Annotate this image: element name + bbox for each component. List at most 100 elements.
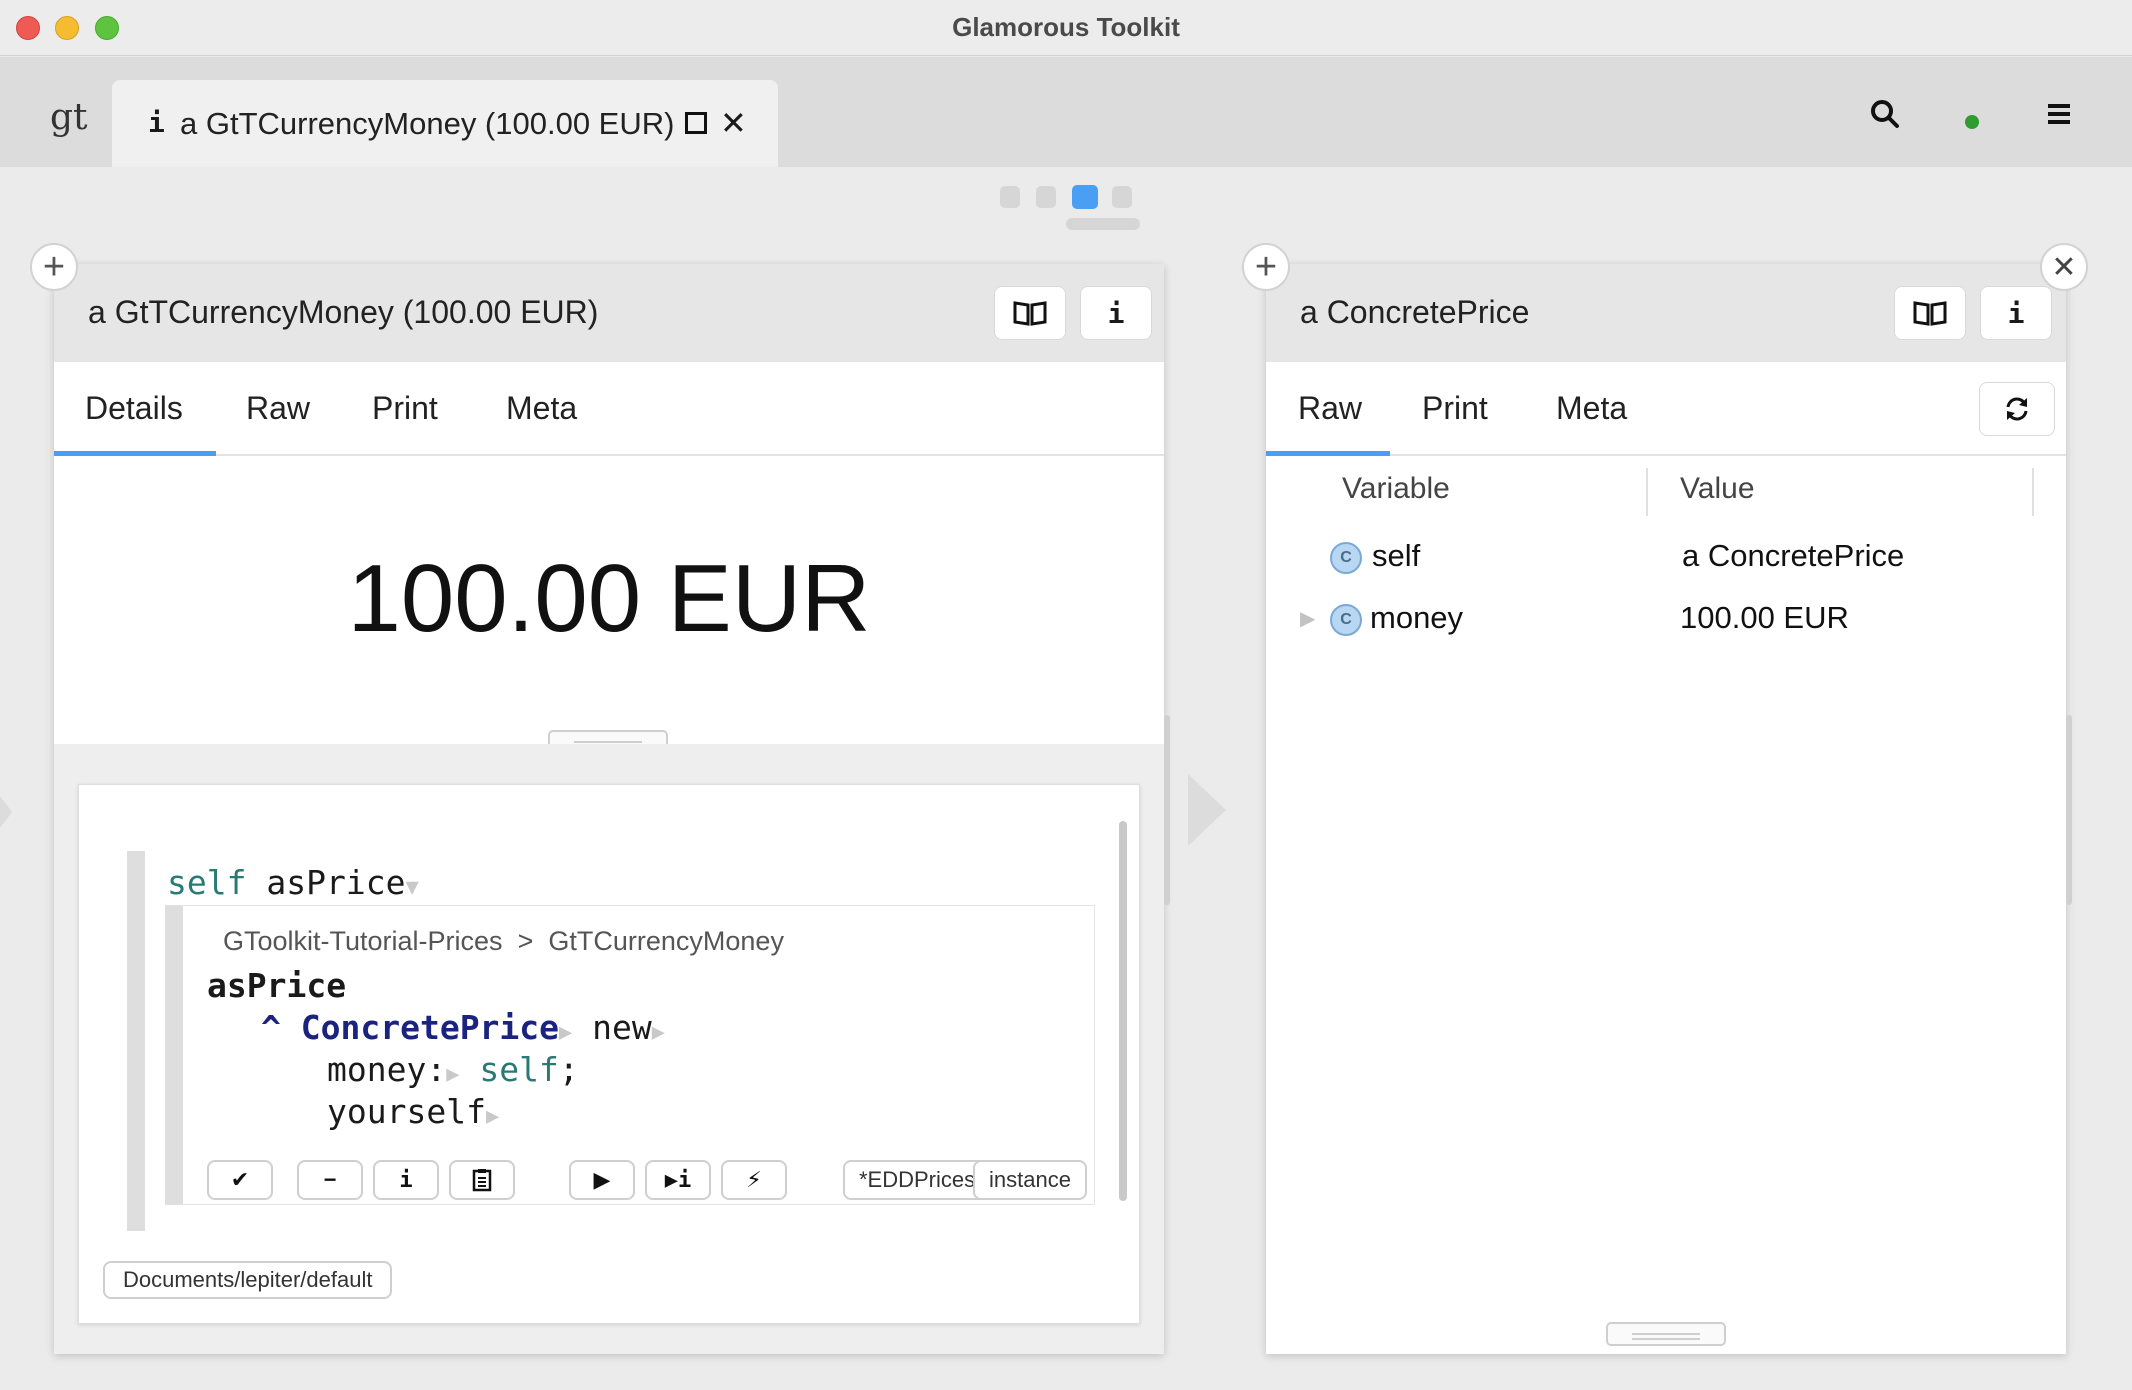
profile-button[interactable]: ⚡	[721, 1160, 787, 1200]
pager-page-2[interactable]	[1036, 186, 1056, 208]
method-expansion: GToolkit-Tutorial-Prices > GtTCurrencyMo…	[165, 905, 1095, 1205]
code-class: ConcretePrice	[300, 1008, 560, 1047]
refresh-button[interactable]	[1979, 382, 2055, 436]
code-receiver: self	[167, 863, 247, 902]
code-semicolon: ;	[558, 1050, 579, 1089]
book-icon	[1913, 301, 1947, 326]
run-button[interactable]: ▶	[569, 1160, 635, 1200]
pager-page-4[interactable]	[1112, 186, 1132, 208]
snippet-gutter	[127, 851, 145, 1231]
snippet-scrollbar[interactable]	[1119, 821, 1127, 1201]
code-yourself: yourself	[327, 1092, 486, 1131]
code-new: new	[592, 1008, 652, 1047]
add-pane-left-button[interactable]: +	[30, 243, 78, 291]
inspect-method-button[interactable]: i	[373, 1160, 439, 1200]
money-display: 100.00 EUR	[347, 545, 871, 652]
previous-pane-arrow-icon[interactable]	[0, 796, 12, 828]
inspect-icon: i	[1107, 296, 1125, 330]
tab-inspector[interactable]: i a GtTCurrencyMoney (100.00 EUR) ✕	[112, 80, 778, 167]
maximize-tab-icon[interactable]	[685, 112, 707, 134]
clipboard-icon	[472, 1169, 492, 1192]
add-pane-right-button[interactable]: +	[1242, 243, 1290, 291]
tab-raw[interactable]: Raw	[1298, 390, 1362, 427]
refresh-icon	[2006, 397, 2028, 421]
column-separator[interactable]	[2032, 468, 2034, 516]
pager-page-3[interactable]	[1072, 185, 1098, 209]
code-message: asPrice	[266, 863, 406, 902]
expand-triangle-icon[interactable]: ▶	[652, 1020, 665, 1045]
pane-scrollbar[interactable]	[2066, 715, 2072, 905]
hamburger-menu-icon[interactable]	[2045, 99, 2075, 129]
view-tabs: Raw Print Meta	[1266, 362, 2066, 456]
breadcrumb-class[interactable]: GtTCurrencyMoney	[548, 926, 784, 956]
collapse-triangle-icon[interactable]: ▼	[405, 875, 418, 900]
row-value: a ConcretePrice	[1682, 538, 1905, 573]
window-title: Glamorous Toolkit	[952, 12, 1180, 42]
tab-details[interactable]: Details	[85, 390, 183, 427]
column-header-value[interactable]: Value	[1680, 472, 1755, 506]
close-tab-icon[interactable]: ✕	[720, 104, 747, 142]
remove-button[interactable]: −	[297, 1160, 363, 1200]
database-path-badge[interactable]: Documents/lepiter/default	[103, 1261, 393, 1299]
tab-print[interactable]: Print	[372, 390, 438, 427]
play-inspect-icon: ▶i	[664, 1167, 692, 1193]
breadcrumb-package[interactable]: GToolkit-Tutorial-Prices	[223, 926, 503, 956]
expand-triangle-icon[interactable]: ▶	[446, 1062, 459, 1087]
inspect-icon: i	[2007, 296, 2025, 330]
expand-triangle-icon[interactable]: ▶	[486, 1104, 499, 1129]
pane-header: a GtTCurrencyMoney (100.00 EUR) i	[54, 264, 1164, 362]
pager-scrollbar[interactable]	[1066, 218, 1140, 230]
pane-scrollbar[interactable]	[1164, 715, 1170, 905]
next-pane-arrow-icon[interactable]	[1188, 774, 1226, 846]
gt-logo: gt	[50, 97, 88, 138]
gt-home-tab[interactable]: gt	[50, 97, 88, 138]
pager-page-1[interactable]	[1000, 186, 1020, 208]
close-pane-button[interactable]: ✕	[2040, 243, 2088, 291]
pane-title: a GtTCurrencyMoney (100.00 EUR)	[88, 294, 599, 330]
check-icon: ✔	[230, 1167, 250, 1192]
pane-title: a ConcretePrice	[1300, 294, 1530, 330]
expand-triangle-icon[interactable]: ▶	[559, 1020, 572, 1045]
inspect-button[interactable]: i	[1080, 286, 1152, 340]
lightning-icon: ⚡	[746, 1167, 762, 1192]
tab-meta[interactable]: Meta	[506, 390, 577, 427]
tab-raw[interactable]: Raw	[246, 390, 310, 427]
inspect-button[interactable]: i	[1980, 286, 2052, 340]
scope-selector[interactable]: *EDDPrices	[843, 1160, 992, 1200]
side-selector[interactable]: instance	[973, 1160, 1087, 1200]
browse-class-button[interactable]	[1894, 286, 1966, 340]
tab-meta[interactable]: Meta	[1556, 390, 1627, 427]
code-line-4[interactable]: yourself▶	[327, 1092, 499, 1131]
title-bar: Glamorous Toolkit	[0, 0, 2132, 56]
active-tab-indicator	[1266, 451, 1390, 456]
copy-button[interactable]	[449, 1160, 515, 1200]
row-variable: money	[1370, 600, 1464, 635]
accept-button[interactable]: ✔	[207, 1160, 273, 1200]
browse-class-button[interactable]	[994, 286, 1066, 340]
snippet-code[interactable]: self asPrice▼	[167, 863, 419, 902]
status-indicator-icon	[1965, 115, 1979, 129]
minus-icon: −	[323, 1167, 337, 1192]
code-line-3[interactable]: money:▶ self;	[327, 1050, 579, 1089]
tab-label: a GtTCurrencyMoney (100.00 EUR)	[180, 106, 675, 141]
tab-print[interactable]: Print	[1422, 390, 1488, 427]
expand-row-icon[interactable]: ▶	[1300, 606, 1315, 631]
book-icon	[1013, 301, 1047, 326]
plus-icon: +	[42, 246, 66, 288]
run-and-inspect-button[interactable]: ▶i	[645, 1160, 711, 1200]
inspector-pane-price: a ConcretePrice i Raw Print Meta Variabl…	[1266, 264, 2066, 1354]
plus-icon: +	[1254, 246, 1278, 288]
inspector-pane-money: a GtTCurrencyMoney (100.00 EUR) i Detail…	[54, 264, 1164, 1354]
class-instance-icon: C	[1330, 604, 1362, 636]
play-icon: ▶	[593, 1167, 611, 1192]
row-variable: self	[1372, 538, 1421, 573]
search-icon[interactable]	[1870, 99, 1900, 129]
active-tab-indicator	[54, 451, 216, 456]
column-header-variable[interactable]: Variable	[1342, 472, 1450, 506]
code-line-2[interactable]: ^ ConcretePrice▶ new▶	[261, 1008, 665, 1047]
column-separator[interactable]	[1646, 468, 1648, 516]
pane-splitter-handle[interactable]	[1606, 1322, 1726, 1346]
side-label: instance	[989, 1167, 1071, 1192]
close-icon: ✕	[2051, 250, 2077, 284]
method-name[interactable]: asPrice	[207, 966, 346, 1005]
